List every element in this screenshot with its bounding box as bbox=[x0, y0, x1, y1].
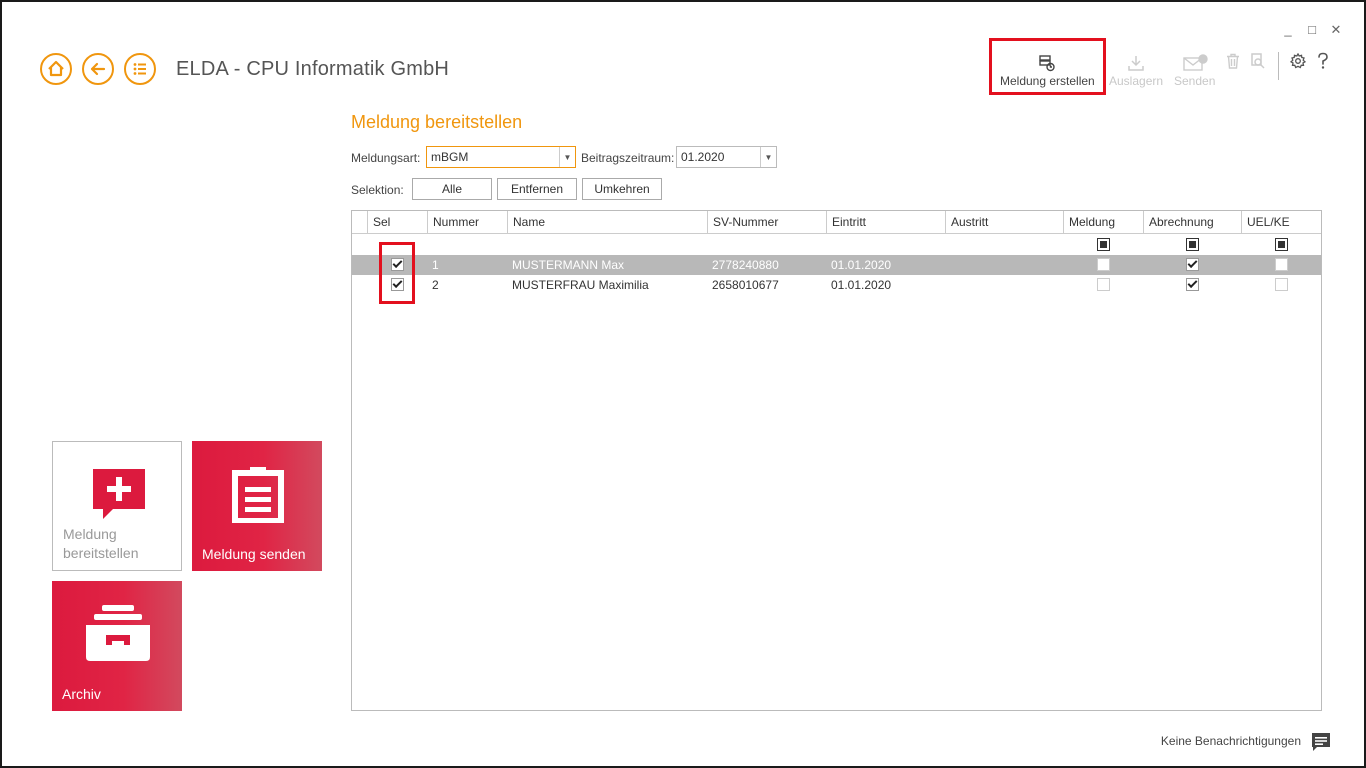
cell-name: MUSTERMANN Max bbox=[512, 258, 625, 272]
delete-button[interactable] bbox=[1225, 53, 1241, 69]
beitragszeitraum-select[interactable]: 01.2020 ▼ bbox=[676, 146, 777, 168]
remove-selection-button[interactable]: Entfernen bbox=[497, 178, 577, 200]
notifications-button[interactable] bbox=[1311, 732, 1331, 757]
tile-archiv[interactable]: Archiv bbox=[52, 581, 182, 711]
trash-icon bbox=[1227, 53, 1239, 69]
archive-drawer-icon bbox=[86, 605, 150, 661]
toolbar-separator bbox=[1278, 52, 1279, 80]
highlight-sel-checkboxes bbox=[379, 242, 415, 304]
chevron-down-icon[interactable]: ▼ bbox=[760, 147, 776, 167]
meldungsart-label: Meldungsart: bbox=[351, 151, 421, 165]
col-austritt[interactable]: Austritt bbox=[945, 211, 1063, 234]
meldungsart-select[interactable]: mBGM ▼ bbox=[426, 146, 576, 168]
col-nummer[interactable]: Nummer bbox=[427, 211, 507, 234]
help-icon bbox=[1318, 52, 1328, 69]
page-title: Meldung bereitstellen bbox=[351, 112, 523, 132]
meldung-checkbox[interactable] bbox=[1097, 278, 1110, 291]
app-window: _ □ ✕ ELDA - CPU Informatik GmbH Meldung… bbox=[0, 0, 1366, 768]
cell-sv-nummer: 2658010677 bbox=[712, 278, 779, 292]
menu-button[interactable] bbox=[124, 53, 156, 85]
abrechnung-checkbox[interactable] bbox=[1186, 278, 1199, 291]
meldungsart-value: mBGM bbox=[431, 150, 469, 164]
help-button[interactable] bbox=[1316, 52, 1330, 70]
send-label: Senden bbox=[1174, 74, 1216, 88]
beitragszeitraum-label: Beitragszeitraum: bbox=[581, 151, 675, 165]
maximize-button[interactable]: □ bbox=[1306, 22, 1318, 38]
cell-austritt bbox=[945, 275, 950, 295]
home-button[interactable] bbox=[40, 53, 72, 85]
cell-sv-nummer: 2778240880 bbox=[712, 258, 779, 272]
export-label: Auslagern bbox=[1109, 74, 1164, 88]
cell-austritt bbox=[945, 255, 950, 275]
meldung-all-checkbox[interactable] bbox=[1097, 238, 1110, 251]
highlight-create-button bbox=[989, 38, 1106, 95]
col-abrechnung[interactable]: Abrechnung bbox=[1143, 211, 1241, 234]
tile-label: Archiv bbox=[62, 686, 101, 702]
col-name[interactable]: Name bbox=[507, 211, 707, 234]
col-uel-ke[interactable]: UEL/KE bbox=[1241, 211, 1322, 234]
notifications-text: Keine Benachrichtigungen bbox=[1160, 734, 1301, 748]
abrechnung-all-checkbox[interactable] bbox=[1186, 238, 1199, 251]
settings-button[interactable] bbox=[1290, 53, 1306, 69]
filter-row bbox=[352, 235, 1321, 255]
col-sel[interactable]: Sel bbox=[367, 211, 427, 234]
uel-ke-checkbox[interactable] bbox=[1275, 278, 1288, 291]
search-button[interactable] bbox=[1251, 53, 1265, 69]
app-title: ELDA - CPU Informatik GmbH bbox=[176, 58, 450, 80]
selektion-label: Selektion: bbox=[351, 183, 404, 197]
col-sv-nummer[interactable]: SV-Nummer bbox=[707, 211, 826, 234]
home-icon bbox=[48, 60, 64, 77]
send-button[interactable]: Senden bbox=[1174, 50, 1215, 88]
meldung-checkbox[interactable] bbox=[1097, 258, 1110, 271]
abrechnung-checkbox[interactable] bbox=[1186, 258, 1199, 271]
table-row[interactable]: 2 MUSTERFRAU Maximilia 2658010677 01.01.… bbox=[352, 275, 1321, 295]
table-row[interactable]: 1 MUSTERMANN Max 2778240880 01.01.2020 bbox=[352, 255, 1321, 275]
add-message-icon bbox=[93, 469, 145, 519]
chat-message-icon bbox=[1312, 733, 1330, 751]
cell-nummer: 2 bbox=[432, 278, 439, 292]
tile-meldung-senden[interactable]: Meldung senden bbox=[192, 441, 322, 571]
cell-eintritt: 01.01.2020 bbox=[831, 258, 892, 272]
minimize-button[interactable]: _ bbox=[1282, 22, 1294, 38]
menu-list-icon bbox=[133, 63, 146, 75]
window-controls: _ □ ✕ bbox=[1282, 22, 1342, 38]
select-all-button[interactable]: Alle bbox=[412, 178, 492, 200]
employee-grid: Sel Nummer Name SV-Nummer Eintritt Austr… bbox=[351, 210, 1322, 711]
back-button[interactable] bbox=[82, 53, 114, 85]
download-icon bbox=[1128, 56, 1144, 71]
cell-nummer: 1 bbox=[432, 258, 439, 272]
tile-meldung-bereitstellen[interactable]: Meldung bereitstellen bbox=[52, 441, 182, 571]
chevron-down-icon[interactable]: ▼ bbox=[559, 147, 575, 167]
close-button[interactable]: ✕ bbox=[1330, 22, 1342, 38]
tile-label: Meldung bereitstellen bbox=[63, 526, 139, 561]
col-meldung[interactable]: Meldung bbox=[1063, 211, 1143, 234]
mail-send-icon bbox=[1182, 54, 1208, 71]
uel-ke-checkbox[interactable] bbox=[1275, 258, 1288, 271]
tile-label: Meldung senden bbox=[202, 546, 306, 562]
back-arrow-icon bbox=[90, 62, 106, 76]
clipboard-icon bbox=[232, 467, 284, 523]
invert-selection-button[interactable]: Umkehren bbox=[582, 178, 662, 200]
beitragszeitraum-value: 01.2020 bbox=[681, 150, 725, 164]
col-eintritt[interactable]: Eintritt bbox=[826, 211, 945, 234]
gear-icon bbox=[1290, 53, 1306, 69]
grid-header: Sel Nummer Name SV-Nummer Eintritt Austr… bbox=[352, 211, 1321, 234]
export-button[interactable]: Auslagern bbox=[1109, 50, 1163, 88]
cell-eintritt: 01.01.2020 bbox=[831, 278, 892, 292]
uel-ke-all-checkbox[interactable] bbox=[1275, 238, 1288, 251]
search-icon bbox=[1251, 53, 1265, 69]
cell-name: MUSTERFRAU Maximilia bbox=[512, 278, 649, 292]
